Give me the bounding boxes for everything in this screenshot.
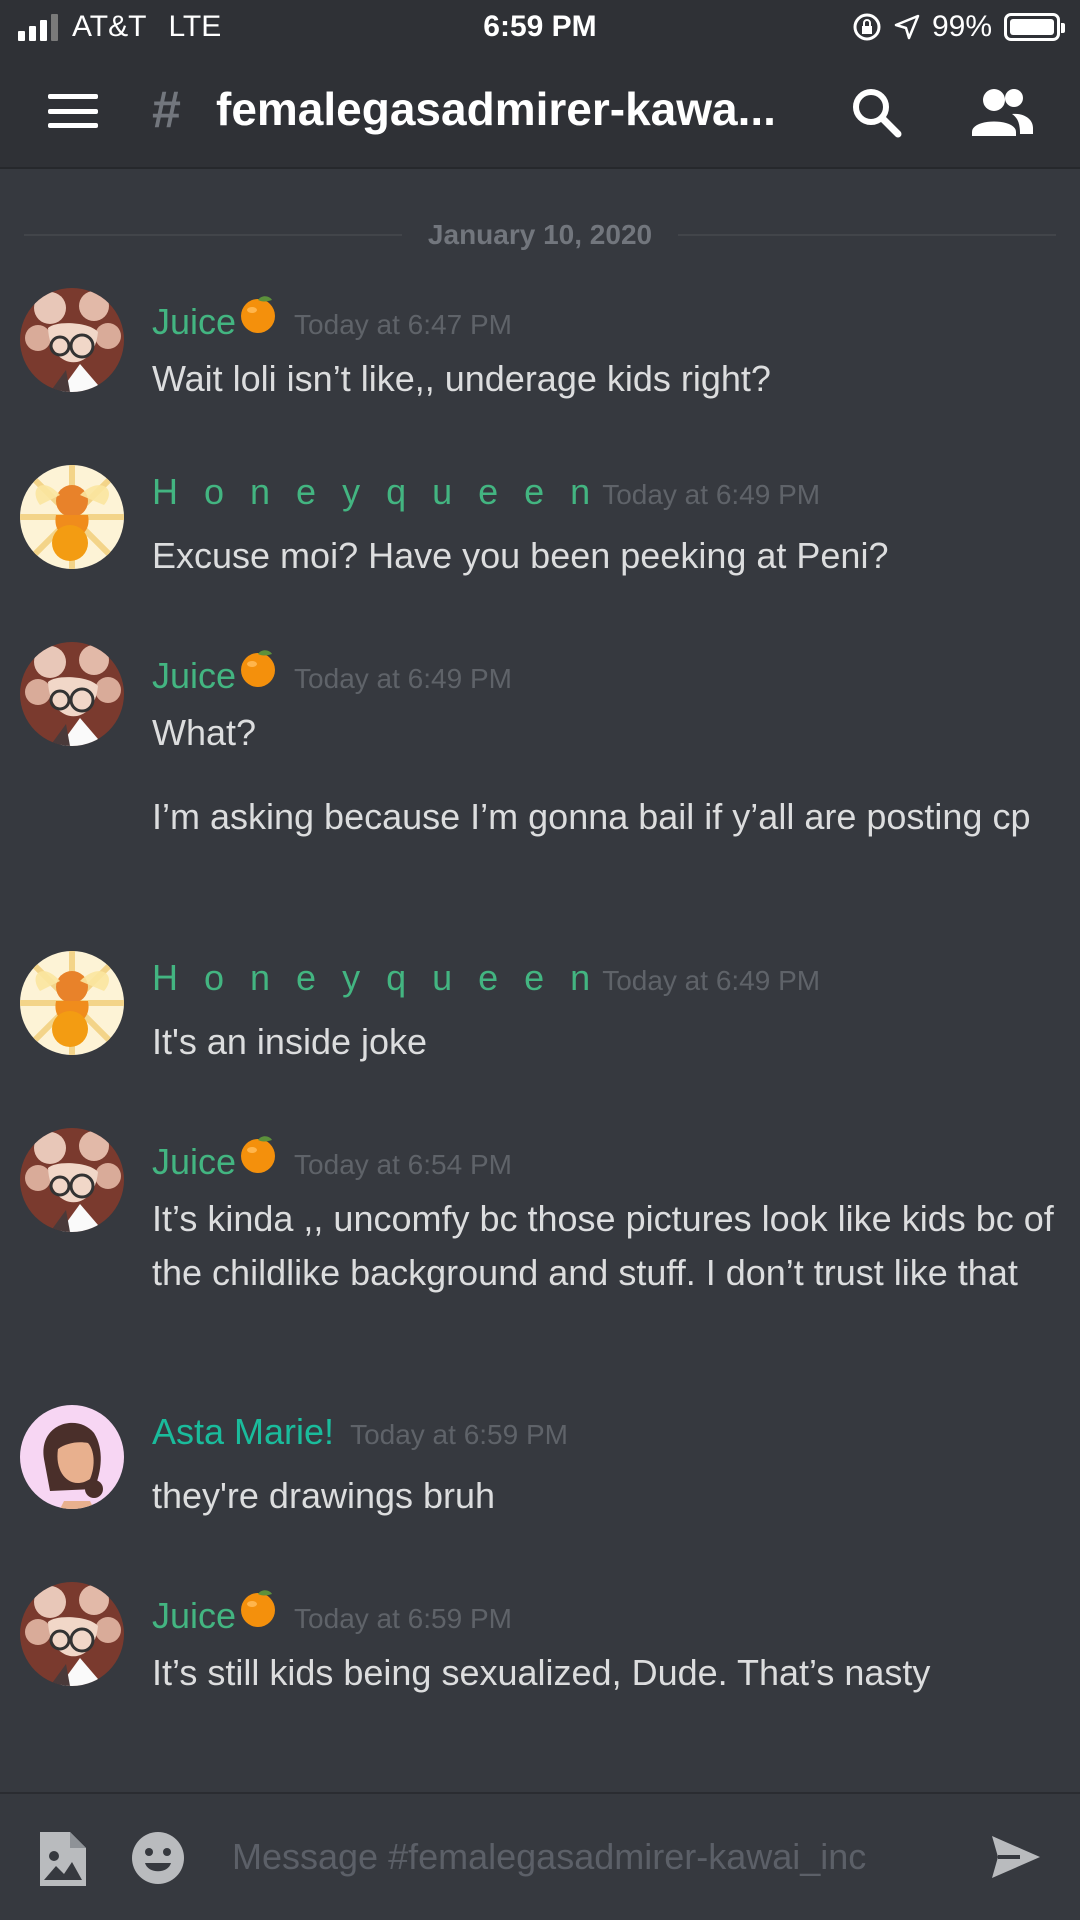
author-name[interactable]: H o n e y q u e e n <box>152 471 598 513</box>
message-text: Wait loli isn’t like,, underage kids rig… <box>152 358 771 399</box>
orange-emoji <box>241 1590 276 1627</box>
hamburger-icon[interactable] <box>48 94 98 128</box>
author-name[interactable]: H o n e y q u e e n <box>152 957 598 999</box>
orientation-lock-icon <box>853 13 881 41</box>
message-item[interactable]: Juice Today at 6:47 PM Wait loli isn’t l… <box>0 288 1080 408</box>
message-input[interactable] <box>232 1824 952 1890</box>
avatar[interactable] <box>20 1582 124 1686</box>
author-name[interactable]: Juice <box>152 655 236 697</box>
author-name[interactable]: Juice <box>152 1141 236 1183</box>
message-item[interactable]: H o n e y q u e e n Today at 6:49 PM Exc… <box>0 465 1080 585</box>
location-icon <box>894 14 920 40</box>
avatar[interactable] <box>20 642 124 746</box>
send-icon[interactable] <box>990 1832 1042 1882</box>
author-name[interactable]: Juice <box>152 301 236 343</box>
author-name[interactable]: Asta Marie! <box>152 1411 334 1453</box>
channel-header: # femalegasadmirer-kawa... <box>0 56 1080 167</box>
status-bar: AT&T LTE 6:59 PM 99% <box>0 0 1080 56</box>
timestamp: Today at 6:49 PM <box>602 965 821 996</box>
message-item[interactable]: Juice Today at 6:49 PM What? I’m asking … <box>0 642 1080 892</box>
members-icon[interactable] <box>970 86 1034 138</box>
timestamp: Today at 6:49 PM <box>602 479 821 510</box>
avatar[interactable] <box>20 951 124 1055</box>
message-header: H o n e y q u e e n Today at 6:49 PM <box>152 957 820 999</box>
message-header: Asta Marie! Today at 6:59 PM <box>152 1411 568 1453</box>
timestamp: Today at 6:54 PM <box>294 1149 512 1180</box>
image-attach-icon[interactable] <box>36 1830 88 1888</box>
emoji-icon[interactable] <box>130 1830 186 1886</box>
channel-hash-icon: # <box>152 81 181 139</box>
message-item[interactable]: Asta Marie! Today at 6:59 PM they're dra… <box>0 1405 1080 1525</box>
message-text: Excuse moi? Have you been peeking at Pen… <box>152 535 889 576</box>
message-header: Juice Today at 6:47 PM <box>152 294 512 343</box>
message-header: Juice Today at 6:49 PM <box>152 648 512 697</box>
status-right: 99% <box>852 10 1065 44</box>
orange-emoji <box>241 650 276 687</box>
message-item[interactable]: Juice Today at 6:54 PM It’s kinda ,, unc… <box>0 1128 1080 1368</box>
timestamp: Today at 6:49 PM <box>294 663 512 694</box>
message-text: they're drawings bruh <box>152 1475 496 1516</box>
timestamp: Today at 6:59 PM <box>294 1603 512 1634</box>
date-divider: January 10, 2020 <box>24 218 1057 252</box>
message-header: Juice Today at 6:59 PM <box>152 1588 512 1637</box>
avatar[interactable] <box>20 288 124 392</box>
message-header: H o n e y q u e e n Today at 6:49 PM <box>152 471 820 513</box>
message-text: What? <box>152 712 257 753</box>
search-icon[interactable] <box>848 84 904 140</box>
battery-icon <box>1004 13 1065 41</box>
channel-title[interactable]: femalegasadmirer-kawa... <box>216 82 776 136</box>
message-text: It's an inside joke <box>152 1021 428 1062</box>
battery-percent: 99% <box>931 10 992 43</box>
orange-emoji <box>241 296 276 333</box>
timestamp: Today at 6:47 PM <box>294 309 512 340</box>
message-item[interactable]: H o n e y q u e e n Today at 6:49 PM It'… <box>0 951 1080 1071</box>
orange-emoji <box>241 1136 276 1173</box>
message-input-bar <box>0 1792 1080 1920</box>
author-name[interactable]: Juice <box>152 1595 236 1637</box>
message-text: It’s still kids being sexualized, Dude. … <box>152 1652 931 1693</box>
top-bar: AT&T LTE 6:59 PM 99% # femalegasadmirer-… <box>0 0 1080 167</box>
message-item[interactable]: Juice Today at 6:59 PM It’s still kids b… <box>0 1582 1080 1702</box>
avatar[interactable] <box>20 1405 124 1509</box>
date-divider-label: January 10, 2020 <box>427 219 653 250</box>
avatar[interactable] <box>20 1128 124 1232</box>
message-header: Juice Today at 6:54 PM <box>152 1134 512 1183</box>
avatar[interactable] <box>20 465 124 569</box>
message-text: It’s kinda ,, uncomfy bc those pictures … <box>152 1198 1054 1293</box>
message-text: I’m asking because I’m gonna bail if y’a… <box>152 796 1031 837</box>
timestamp: Today at 6:59 PM <box>350 1419 568 1450</box>
